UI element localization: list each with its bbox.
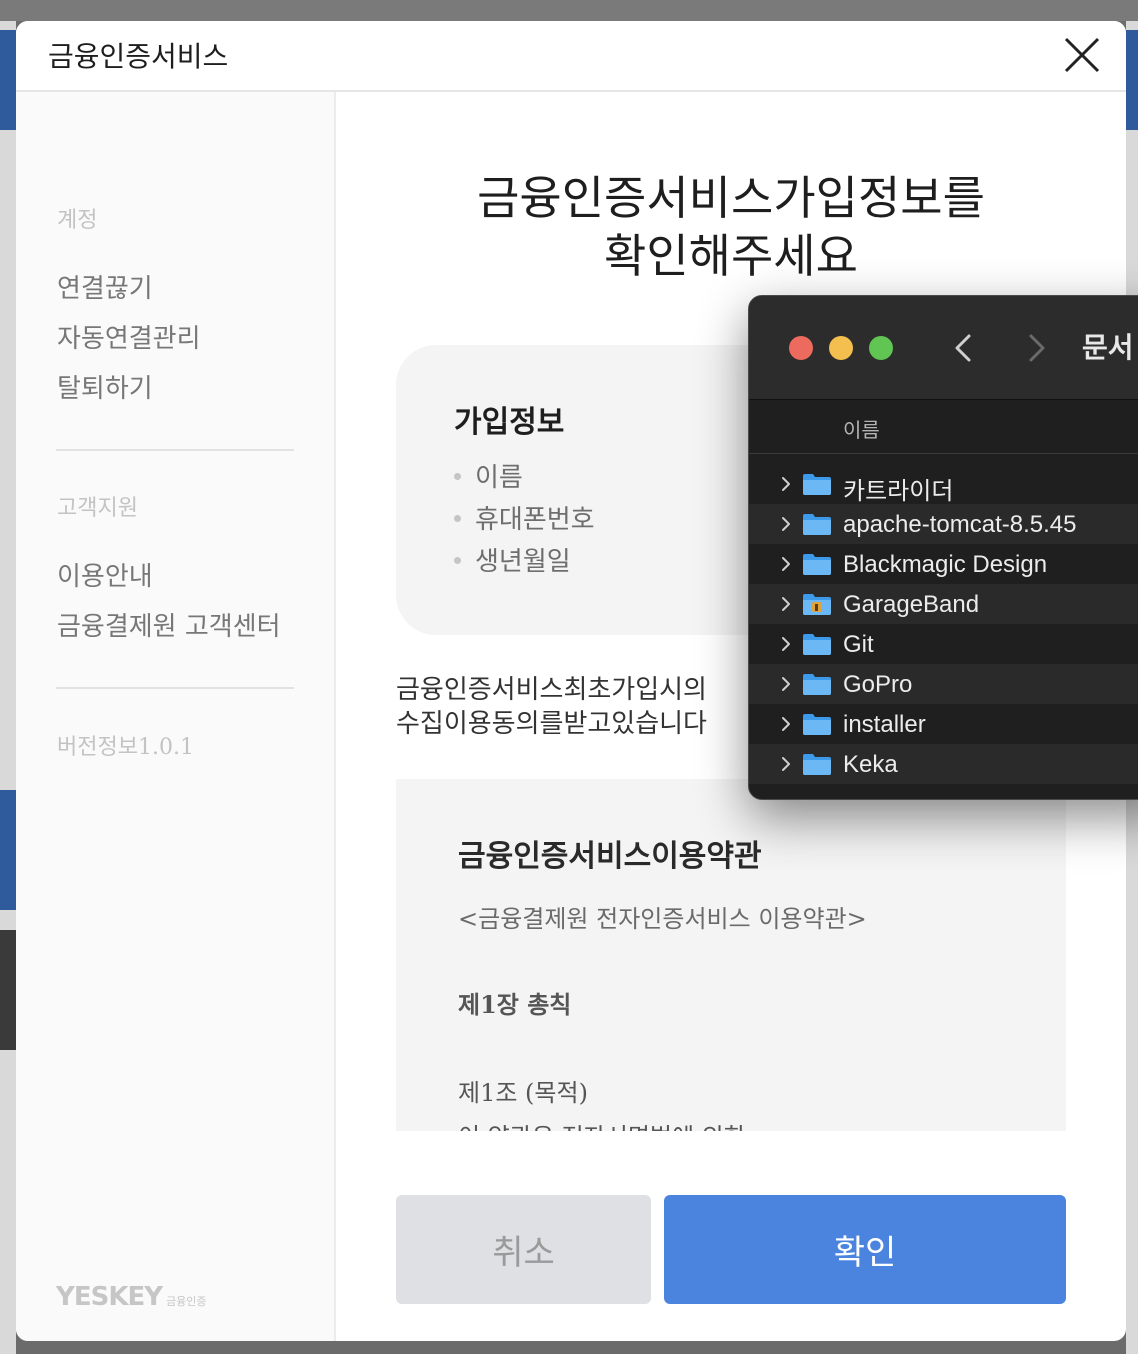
sidebar-item-auto-connect[interactable]: 자동연결관리 bbox=[57, 318, 201, 355]
background-page-top bbox=[0, 0, 1138, 21]
list-item[interactable]: Git bbox=[749, 624, 1138, 664]
background-page-blue-left-2 bbox=[0, 790, 16, 910]
file-name: GoPro bbox=[843, 671, 913, 698]
yeskey-logo: YESKEY 금융인증 bbox=[56, 1282, 207, 1312]
chevron-right-icon[interactable] bbox=[779, 595, 793, 613]
file-name: 카트라이더 bbox=[843, 478, 954, 505]
chevron-right-icon[interactable] bbox=[779, 555, 793, 573]
list-item: 생년월일 bbox=[454, 541, 595, 583]
chevron-right-icon bbox=[1029, 334, 1045, 362]
column-header-label: 이름 bbox=[843, 420, 880, 442]
file-list: 카트라이더 apache-tomcat-8.5.45 Blackmagic Desi… bbox=[749, 464, 1138, 784]
list-item[interactable]: GoPro bbox=[749, 664, 1138, 704]
folder-icon bbox=[803, 754, 831, 775]
list-item[interactable]: 카트라이더 bbox=[749, 464, 1138, 505]
terms-scroll-box[interactable]: 금융인증서비스이용약관 <금융결제원 전자인증서비스 이용약관> 제1장 총칙 … bbox=[396, 779, 1066, 1131]
chevron-right-icon[interactable] bbox=[779, 515, 793, 533]
file-name: apache-tomcat-8.5.45 bbox=[843, 511, 1077, 538]
file-name: installer bbox=[843, 711, 926, 738]
chevron-right-icon[interactable] bbox=[779, 755, 793, 773]
list-item: 휴대폰번호 bbox=[454, 499, 595, 541]
zoom-window-button[interactable] bbox=[869, 336, 893, 360]
yeskey-logo-text: YESKEY bbox=[56, 1282, 163, 1312]
sidebar-item-disconnect[interactable]: 연결끊기 bbox=[57, 268, 153, 305]
sidebar-item-customer-center[interactable]: 금융결제원 고객센터 bbox=[57, 606, 281, 643]
list-item: 이름 bbox=[454, 457, 595, 499]
chevron-right-icon[interactable] bbox=[779, 715, 793, 733]
background-page-blue-right bbox=[1126, 30, 1138, 130]
close-button[interactable] bbox=[1062, 35, 1102, 75]
chevron-left-icon bbox=[955, 334, 971, 362]
sidebar-heading-account: 계정 bbox=[57, 208, 98, 233]
list-item[interactable]: installer bbox=[749, 704, 1138, 744]
finder-window[interactable]: 문서 이름 카트라이더 apache-tomcat-8.5.45 Blackmagi… bbox=[748, 295, 1138, 800]
close-icon bbox=[1064, 37, 1100, 73]
finder-title: 문서 bbox=[1082, 332, 1134, 363]
file-name: GarageBand bbox=[843, 591, 980, 618]
yeskey-logo-sub: 금융인증 bbox=[166, 1295, 207, 1308]
folder-icon bbox=[803, 474, 831, 495]
version-info: 버전정보1.0.1 bbox=[57, 735, 194, 760]
file-name: Blackmagic Design bbox=[843, 551, 1048, 578]
sidebar-divider bbox=[56, 449, 294, 451]
folder-icon bbox=[803, 714, 831, 735]
list-item[interactable]: Blackmagic Design bbox=[749, 544, 1138, 584]
folder-icon bbox=[803, 514, 831, 535]
cancel-button[interactable]: 취소 bbox=[396, 1195, 651, 1304]
list-item[interactable]: Keka bbox=[749, 744, 1138, 784]
signup-info-title: 가입정보 bbox=[454, 405, 565, 440]
confirm-button[interactable]: 확인 bbox=[664, 1195, 1066, 1304]
signup-info-list: 이름 휴대폰번호 생년월일 bbox=[454, 457, 595, 583]
file-name: Git bbox=[843, 631, 874, 658]
garageband-folder-icon bbox=[803, 594, 831, 615]
sidebar-heading-support: 고객지원 bbox=[57, 496, 138, 521]
sidebar: 계정 연결끊기 자동연결관리 탈퇴하기 고객지원 이용안내 금융결제원 고객센터… bbox=[16, 92, 336, 1341]
background-page-left bbox=[0, 0, 16, 1354]
file-name: Keka bbox=[843, 751, 898, 778]
page-title: 금융인증서비스가입정보를 확인해주세요 bbox=[336, 169, 1126, 285]
modal-title: 금융인증서비스 bbox=[48, 40, 229, 73]
chevron-right-icon[interactable] bbox=[779, 675, 793, 693]
modal-header: 금융인증서비스 bbox=[16, 21, 1126, 92]
finder-toolbar: 문서 bbox=[749, 296, 1138, 400]
terms-article-body: 이 약관은 전자서명법에 의한 bbox=[458, 1117, 746, 1131]
background-page-blue-left bbox=[0, 30, 16, 130]
terms-chapter: 제1장 총칙 bbox=[458, 990, 572, 1019]
folder-icon bbox=[803, 674, 831, 695]
background-page-dark-left bbox=[0, 930, 16, 1050]
terms-title: 금융인증서비스이용약관 bbox=[458, 839, 762, 874]
column-header-name[interactable]: 이름 bbox=[749, 400, 1138, 454]
sidebar-divider bbox=[56, 687, 294, 689]
minimize-window-button[interactable] bbox=[829, 336, 853, 360]
sidebar-item-withdraw[interactable]: 탈퇴하기 bbox=[57, 368, 153, 405]
terms-subtitle: <금융결제원 전자인증서비스 이용약관> bbox=[458, 905, 867, 933]
page-title-line2: 확인해주세요 bbox=[604, 229, 858, 283]
back-button[interactable] bbox=[949, 328, 979, 368]
close-window-button[interactable] bbox=[789, 336, 813, 360]
terms-article-title: 제1조 (목적) bbox=[458, 1079, 588, 1107]
list-item[interactable]: GarageBand bbox=[749, 584, 1138, 624]
list-item[interactable]: apache-tomcat-8.5.45 bbox=[749, 504, 1138, 544]
chevron-right-icon[interactable] bbox=[779, 475, 793, 493]
forward-button[interactable] bbox=[1021, 328, 1051, 368]
folder-icon bbox=[803, 634, 831, 655]
sidebar-item-guide[interactable]: 이용안내 bbox=[57, 556, 153, 593]
folder-icon bbox=[803, 554, 831, 575]
chevron-right-icon[interactable] bbox=[779, 635, 793, 653]
page-title-line1: 금융인증서비스가입정보를 bbox=[477, 171, 985, 225]
